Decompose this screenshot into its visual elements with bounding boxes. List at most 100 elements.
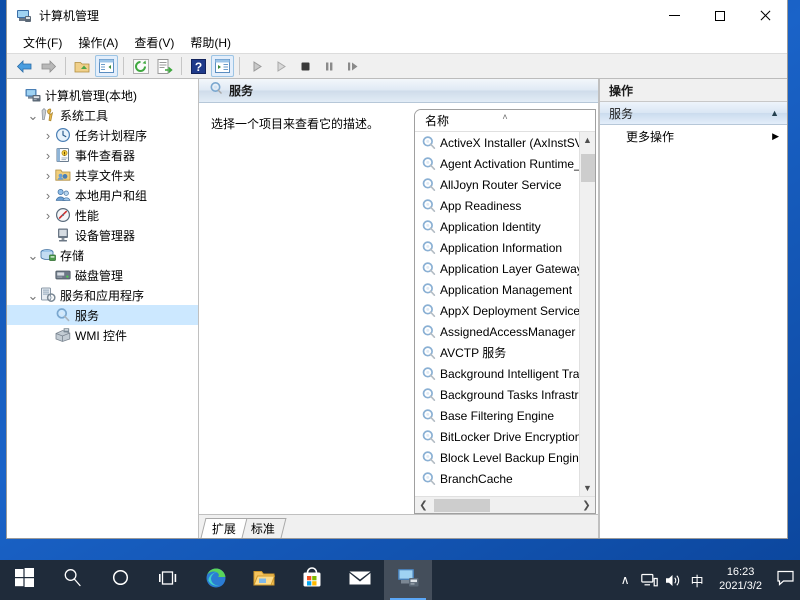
scroll-right-icon[interactable]: ❯: [578, 497, 595, 514]
service-name: Application Layer Gateway Service: [440, 262, 595, 276]
actions-section-services[interactable]: 服务 ▲: [600, 102, 787, 125]
chevron-down-icon[interactable]: ⌄: [26, 252, 40, 259]
back-arrow-icon[interactable]: [13, 55, 36, 77]
menu-action[interactable]: 操作(A): [70, 32, 126, 53]
vertical-scroll-thumb[interactable]: [581, 154, 595, 182]
show-tree-pane-icon[interactable]: [95, 55, 118, 77]
store-button[interactable]: [288, 560, 336, 600]
service-gear-icon: [421, 366, 437, 382]
service-list-item[interactable]: Agent Activation Runtime_48f9b: [415, 153, 595, 174]
show-action-pane-icon[interactable]: [211, 55, 234, 77]
tree-node-10[interactable]: ⌄服务和应用程序: [7, 285, 198, 305]
stop-icon[interactable]: [293, 55, 316, 77]
scroll-left-icon[interactable]: ❮: [415, 497, 432, 514]
service-list-item[interactable]: Background Tasks Infrastructure Service: [415, 384, 595, 405]
service-list-item[interactable]: BitLocker Drive Encryption Service: [415, 426, 595, 447]
up-folder-icon[interactable]: [71, 55, 94, 77]
chevron-down-icon[interactable]: ⌄: [26, 292, 40, 299]
network-icon[interactable]: [637, 560, 661, 600]
disk-management-icon: [55, 267, 71, 283]
clock[interactable]: 16:23 2021/3/2: [709, 560, 770, 600]
maximize-button[interactable]: [697, 0, 742, 32]
action-center-button[interactable]: [770, 560, 800, 600]
column-header-name[interactable]: 名称 ˄: [415, 110, 595, 132]
mail-button[interactable]: [336, 560, 384, 600]
explorer-button[interactable]: [240, 560, 288, 600]
scroll-up-icon[interactable]: ▲: [580, 132, 596, 148]
list-horizontal-scrollbar[interactable]: ❮ ❯: [415, 496, 595, 513]
service-list-item[interactable]: Application Layer Gateway Service: [415, 258, 595, 279]
service-name: Agent Activation Runtime_48f9b: [440, 157, 595, 171]
tree-node-4[interactable]: ›共享文件夹: [7, 165, 198, 185]
start-button[interactable]: [0, 560, 48, 600]
tree-node-9[interactable]: 磁盘管理: [7, 265, 198, 285]
tree-node-7[interactable]: 设备管理器: [7, 225, 198, 245]
cortana-button[interactable]: [96, 560, 144, 600]
service-gear-icon: [421, 219, 437, 235]
service-list-item[interactable]: Block Level Backup Engine Service: [415, 447, 595, 468]
tree-node-6[interactable]: ›性能: [7, 205, 198, 225]
tree-node-11[interactable]: 服务: [7, 305, 198, 325]
service-list-item[interactable]: Background Intelligent Transfer Service: [415, 363, 595, 384]
computer-management-button[interactable]: [384, 560, 432, 600]
chevron-down-icon[interactable]: ⌄: [26, 112, 40, 119]
tree-node-1[interactable]: ⌄系统工具: [7, 105, 198, 125]
chevron-right-icon[interactable]: ›: [41, 188, 55, 203]
tree-node-0[interactable]: 计算机管理(本地): [7, 85, 198, 105]
volume-icon[interactable]: [661, 560, 685, 600]
actions-section-title: 服务: [609, 105, 770, 122]
menu-file[interactable]: 文件(F): [15, 32, 70, 53]
action-more-actions[interactable]: 更多操作 ▶: [600, 125, 787, 147]
chevron-up-icon[interactable]: ▲: [770, 108, 779, 118]
menu-view[interactable]: 查看(V): [126, 32, 182, 53]
service-list-item[interactable]: App Readiness: [415, 195, 595, 216]
list-vertical-scrollbar[interactable]: ▲ ▼: [579, 132, 595, 496]
service-list-item[interactable]: ActiveX Installer (AxInstSV): [415, 132, 595, 153]
help-icon[interactable]: ?: [187, 55, 210, 77]
tree-node-3[interactable]: ›事件查看器: [7, 145, 198, 165]
chevron-right-icon[interactable]: ›: [41, 128, 55, 143]
task-view-button[interactable]: [144, 560, 192, 600]
services-list-pane: 名称 ˄ ActiveX Installer (AxInstSV) Agent …: [414, 109, 596, 514]
search-button[interactable]: [48, 560, 96, 600]
tab-extended[interactable]: 扩展: [201, 518, 248, 538]
action-more-actions-label: 更多操作: [626, 128, 772, 145]
service-list-item[interactable]: AssignedAccessManager 服务: [415, 321, 595, 342]
service-list-item[interactable]: Application Identity: [415, 216, 595, 237]
service-list-item[interactable]: Application Management: [415, 279, 595, 300]
chevron-right-icon[interactable]: ›: [41, 148, 55, 163]
close-button[interactable]: [742, 0, 787, 32]
show-hidden-icons[interactable]: ∧: [613, 560, 637, 600]
service-list-item[interactable]: BranchCache: [415, 468, 595, 489]
edge-button[interactable]: [192, 560, 240, 600]
scroll-down-icon[interactable]: ▼: [580, 480, 596, 496]
pause-icon[interactable]: [317, 55, 340, 77]
tree-node-5[interactable]: ›本地用户和组: [7, 185, 198, 205]
tree-node-12[interactable]: WMI 控件: [7, 325, 198, 345]
chevron-right-icon[interactable]: ›: [41, 168, 55, 183]
service-list-item[interactable]: Base Filtering Engine: [415, 405, 595, 426]
menu-help[interactable]: 帮助(H): [182, 32, 239, 53]
play-icon[interactable]: [245, 55, 268, 77]
refresh-icon[interactable]: [129, 55, 152, 77]
service-gear-icon: [421, 303, 437, 319]
service-list-item[interactable]: AVCTP 服务: [415, 342, 595, 363]
horizontal-scroll-thumb[interactable]: [434, 499, 490, 512]
tree-node-8[interactable]: ⌄存储: [7, 245, 198, 265]
ime-indicator[interactable]: 中: [685, 560, 709, 600]
restart-icon[interactable]: [341, 55, 364, 77]
forward-arrow-icon[interactable]: [37, 55, 60, 77]
resume-icon[interactable]: [269, 55, 292, 77]
service-list-item[interactable]: Application Information: [415, 237, 595, 258]
toolbar-separator: [239, 57, 240, 75]
vertical-scroll-track[interactable]: [580, 148, 596, 480]
service-gear-icon: [421, 240, 437, 256]
tree-node-2[interactable]: ›任务计划程序: [7, 125, 198, 145]
service-list-item[interactable]: AppX Deployment Service (AppXSVC): [415, 300, 595, 321]
minimize-button[interactable]: [652, 0, 697, 32]
service-list-item[interactable]: AllJoyn Router Service: [415, 174, 595, 195]
horizontal-scroll-track[interactable]: [432, 497, 578, 514]
chevron-right-icon[interactable]: ›: [41, 208, 55, 223]
export-list-icon[interactable]: [153, 55, 176, 77]
clock-date: 2021/3/2: [719, 580, 762, 594]
